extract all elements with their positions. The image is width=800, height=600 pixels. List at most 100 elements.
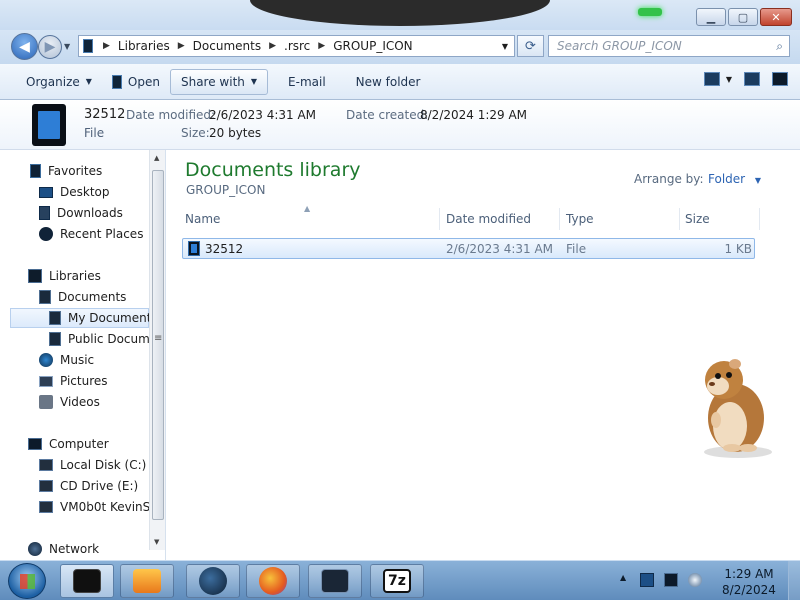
clock[interactable]: 1:29 AM 8/2/2024	[718, 566, 780, 598]
open-button[interactable]: Open	[102, 69, 170, 95]
search-icon[interactable]: ⌕	[776, 39, 783, 54]
nav-local-disk[interactable]: Local Disk (C:)	[39, 455, 146, 475]
nav-computer[interactable]: Computer	[28, 434, 109, 454]
network-drive-icon	[39, 501, 53, 513]
close-button[interactable]: ✕	[760, 8, 792, 26]
show-hidden-icons-icon[interactable]: ▲	[620, 573, 630, 587]
preview-pane-icon[interactable]	[744, 72, 760, 86]
nav-label: Local Disk (C:)	[60, 458, 147, 472]
scroll-down-icon[interactable]: ▼	[154, 538, 159, 546]
minimize-button[interactable]: ▁	[696, 8, 726, 26]
globe-icon	[199, 567, 227, 595]
downloads-icon	[39, 206, 50, 220]
share-with-label: Share with	[180, 74, 245, 89]
chevron-right-icon[interactable]: ▶	[269, 41, 276, 51]
change-view-icon[interactable]	[703, 72, 720, 86]
breadcrumb-group-icon[interactable]: GROUP_ICON	[333, 39, 412, 53]
nav-downloads[interactable]: Downloads	[39, 203, 123, 223]
nav-recent-places[interactable]: Recent Places	[39, 224, 143, 244]
command-bar: Organize ▼ Open Share with ▼ E-mail New …	[0, 64, 800, 100]
nav-network[interactable]: Network	[28, 539, 99, 559]
volume-icon[interactable]	[688, 573, 702, 587]
search-placeholder: Search GROUP_ICON	[557, 39, 682, 53]
chevron-right-icon[interactable]: ▶	[318, 41, 325, 51]
scrollbar-thumb[interactable]	[152, 170, 164, 520]
search-input[interactable]: Search GROUP_ICON ⌕	[548, 35, 790, 57]
new-folder-label: New folder	[355, 74, 421, 89]
nav-favorites[interactable]: Favorites	[30, 161, 102, 181]
taskbar-explorer[interactable]	[60, 564, 114, 598]
navigation-scrollbar[interactable]: ▲ ▼	[149, 150, 165, 550]
column-header-date-modified[interactable]: Date modified	[446, 208, 560, 230]
forward-button[interactable]: ▶	[38, 35, 62, 59]
hamster-mascot	[688, 350, 778, 460]
nav-label: Network	[49, 542, 100, 556]
taskbar-media-player[interactable]	[120, 564, 174, 598]
breadcrumb-rsrc[interactable]: .rsrc	[284, 39, 310, 53]
nav-cd-drive[interactable]: CD Drive (E:)	[39, 476, 138, 496]
details-date-modified-label: Date modified:	[126, 108, 216, 122]
nav-label: Computer	[49, 437, 109, 451]
view-dropdown-icon[interactable]: ▼	[726, 75, 732, 84]
nav-documents[interactable]: Documents	[39, 287, 126, 307]
new-folder-button[interactable]: New folder	[346, 69, 431, 95]
top-overlay	[250, 0, 662, 26]
nav-pictures[interactable]: Pictures	[39, 371, 108, 391]
address-bar[interactable]: ▶ Libraries ▶ Documents ▶ .rsrc ▶ GROUP_…	[78, 35, 515, 57]
breadcrumb-documents[interactable]: Documents	[193, 39, 261, 53]
nav-label: Public Docume	[68, 332, 158, 346]
details-pane: 32512 File Date modified: 2/6/2023 4:31 …	[0, 100, 800, 150]
show-desktop-button[interactable]	[788, 561, 800, 600]
nav-my-documents[interactable]: My Documents	[10, 308, 158, 328]
chevron-right-icon[interactable]: ▶	[178, 41, 185, 51]
nav-music[interactable]: Music	[39, 350, 94, 370]
nav-videos[interactable]: Videos	[39, 392, 100, 412]
refresh-button[interactable]: ⟳	[517, 35, 544, 57]
action-center-icon[interactable]	[640, 573, 654, 587]
arrange-by-label: Arrange by:	[634, 172, 704, 186]
organize-button[interactable]: Organize ▼	[16, 69, 102, 95]
music-icon	[39, 353, 53, 367]
window-controls: ▁ ▢ ✕	[696, 8, 792, 26]
chevron-right-icon[interactable]: ▶	[103, 41, 110, 51]
computer-icon	[28, 438, 42, 450]
taskbar-firefox[interactable]	[246, 564, 300, 598]
share-with-button[interactable]: Share with ▼	[169, 68, 269, 95]
nav-label: CD Drive (E:)	[60, 479, 139, 493]
breadcrumb-libraries[interactable]: Libraries	[118, 39, 170, 53]
column-header-size[interactable]: Size	[685, 208, 760, 230]
desktop-icon	[39, 186, 53, 198]
hard-drive-icon	[39, 459, 53, 471]
folder-icon	[83, 39, 93, 53]
recent-pages-dropdown[interactable]: ▼	[64, 42, 70, 51]
start-button[interactable]	[8, 563, 46, 599]
address-row: ◀ ▶ ▼ ▶ Libraries ▶ Documents ▶ .rsrc ▶ …	[0, 30, 800, 64]
network-status-icon[interactable]	[664, 573, 678, 587]
arrange-by-dropdown[interactable]: Folder ▼	[708, 172, 761, 186]
pictures-icon	[39, 375, 53, 387]
open-label: Open	[127, 74, 160, 89]
column-header-type[interactable]: Type	[566, 208, 680, 230]
nav-vm-share[interactable]: VM0b0t KevinSite	[39, 497, 165, 517]
network-icon	[28, 542, 42, 556]
nav-desktop[interactable]: Desktop	[39, 182, 110, 202]
help-icon[interactable]	[772, 72, 788, 86]
scroll-up-icon[interactable]: ▲	[154, 154, 159, 162]
email-button[interactable]: E-mail	[278, 69, 336, 95]
maximize-button[interactable]: ▢	[728, 8, 758, 26]
my-documents-icon	[49, 311, 61, 325]
nav-libraries[interactable]: Libraries	[28, 266, 101, 286]
back-button[interactable]: ◀	[11, 33, 38, 60]
column-header-name[interactable]: Name	[185, 208, 440, 230]
table-row[interactable]: 32512 2/6/2023 4:31 AM File 1 KB	[182, 238, 755, 259]
window-title-bar: ▁ ▢ ✕	[0, 0, 800, 30]
details-date-created: 8/2/2024 1:29 AM	[420, 108, 528, 122]
nav-public-documents[interactable]: Public Docume	[49, 329, 157, 349]
chevron-down-icon: ▼	[754, 176, 762, 185]
taskbar-7zip[interactable]: 7z	[370, 564, 424, 598]
address-dropdown-icon[interactable]: ▼	[502, 42, 508, 51]
taskbar-window[interactable]	[308, 564, 362, 598]
taskbar-browser[interactable]	[186, 564, 240, 598]
details-file-type: File	[84, 126, 105, 140]
nav-label: Videos	[60, 395, 100, 409]
